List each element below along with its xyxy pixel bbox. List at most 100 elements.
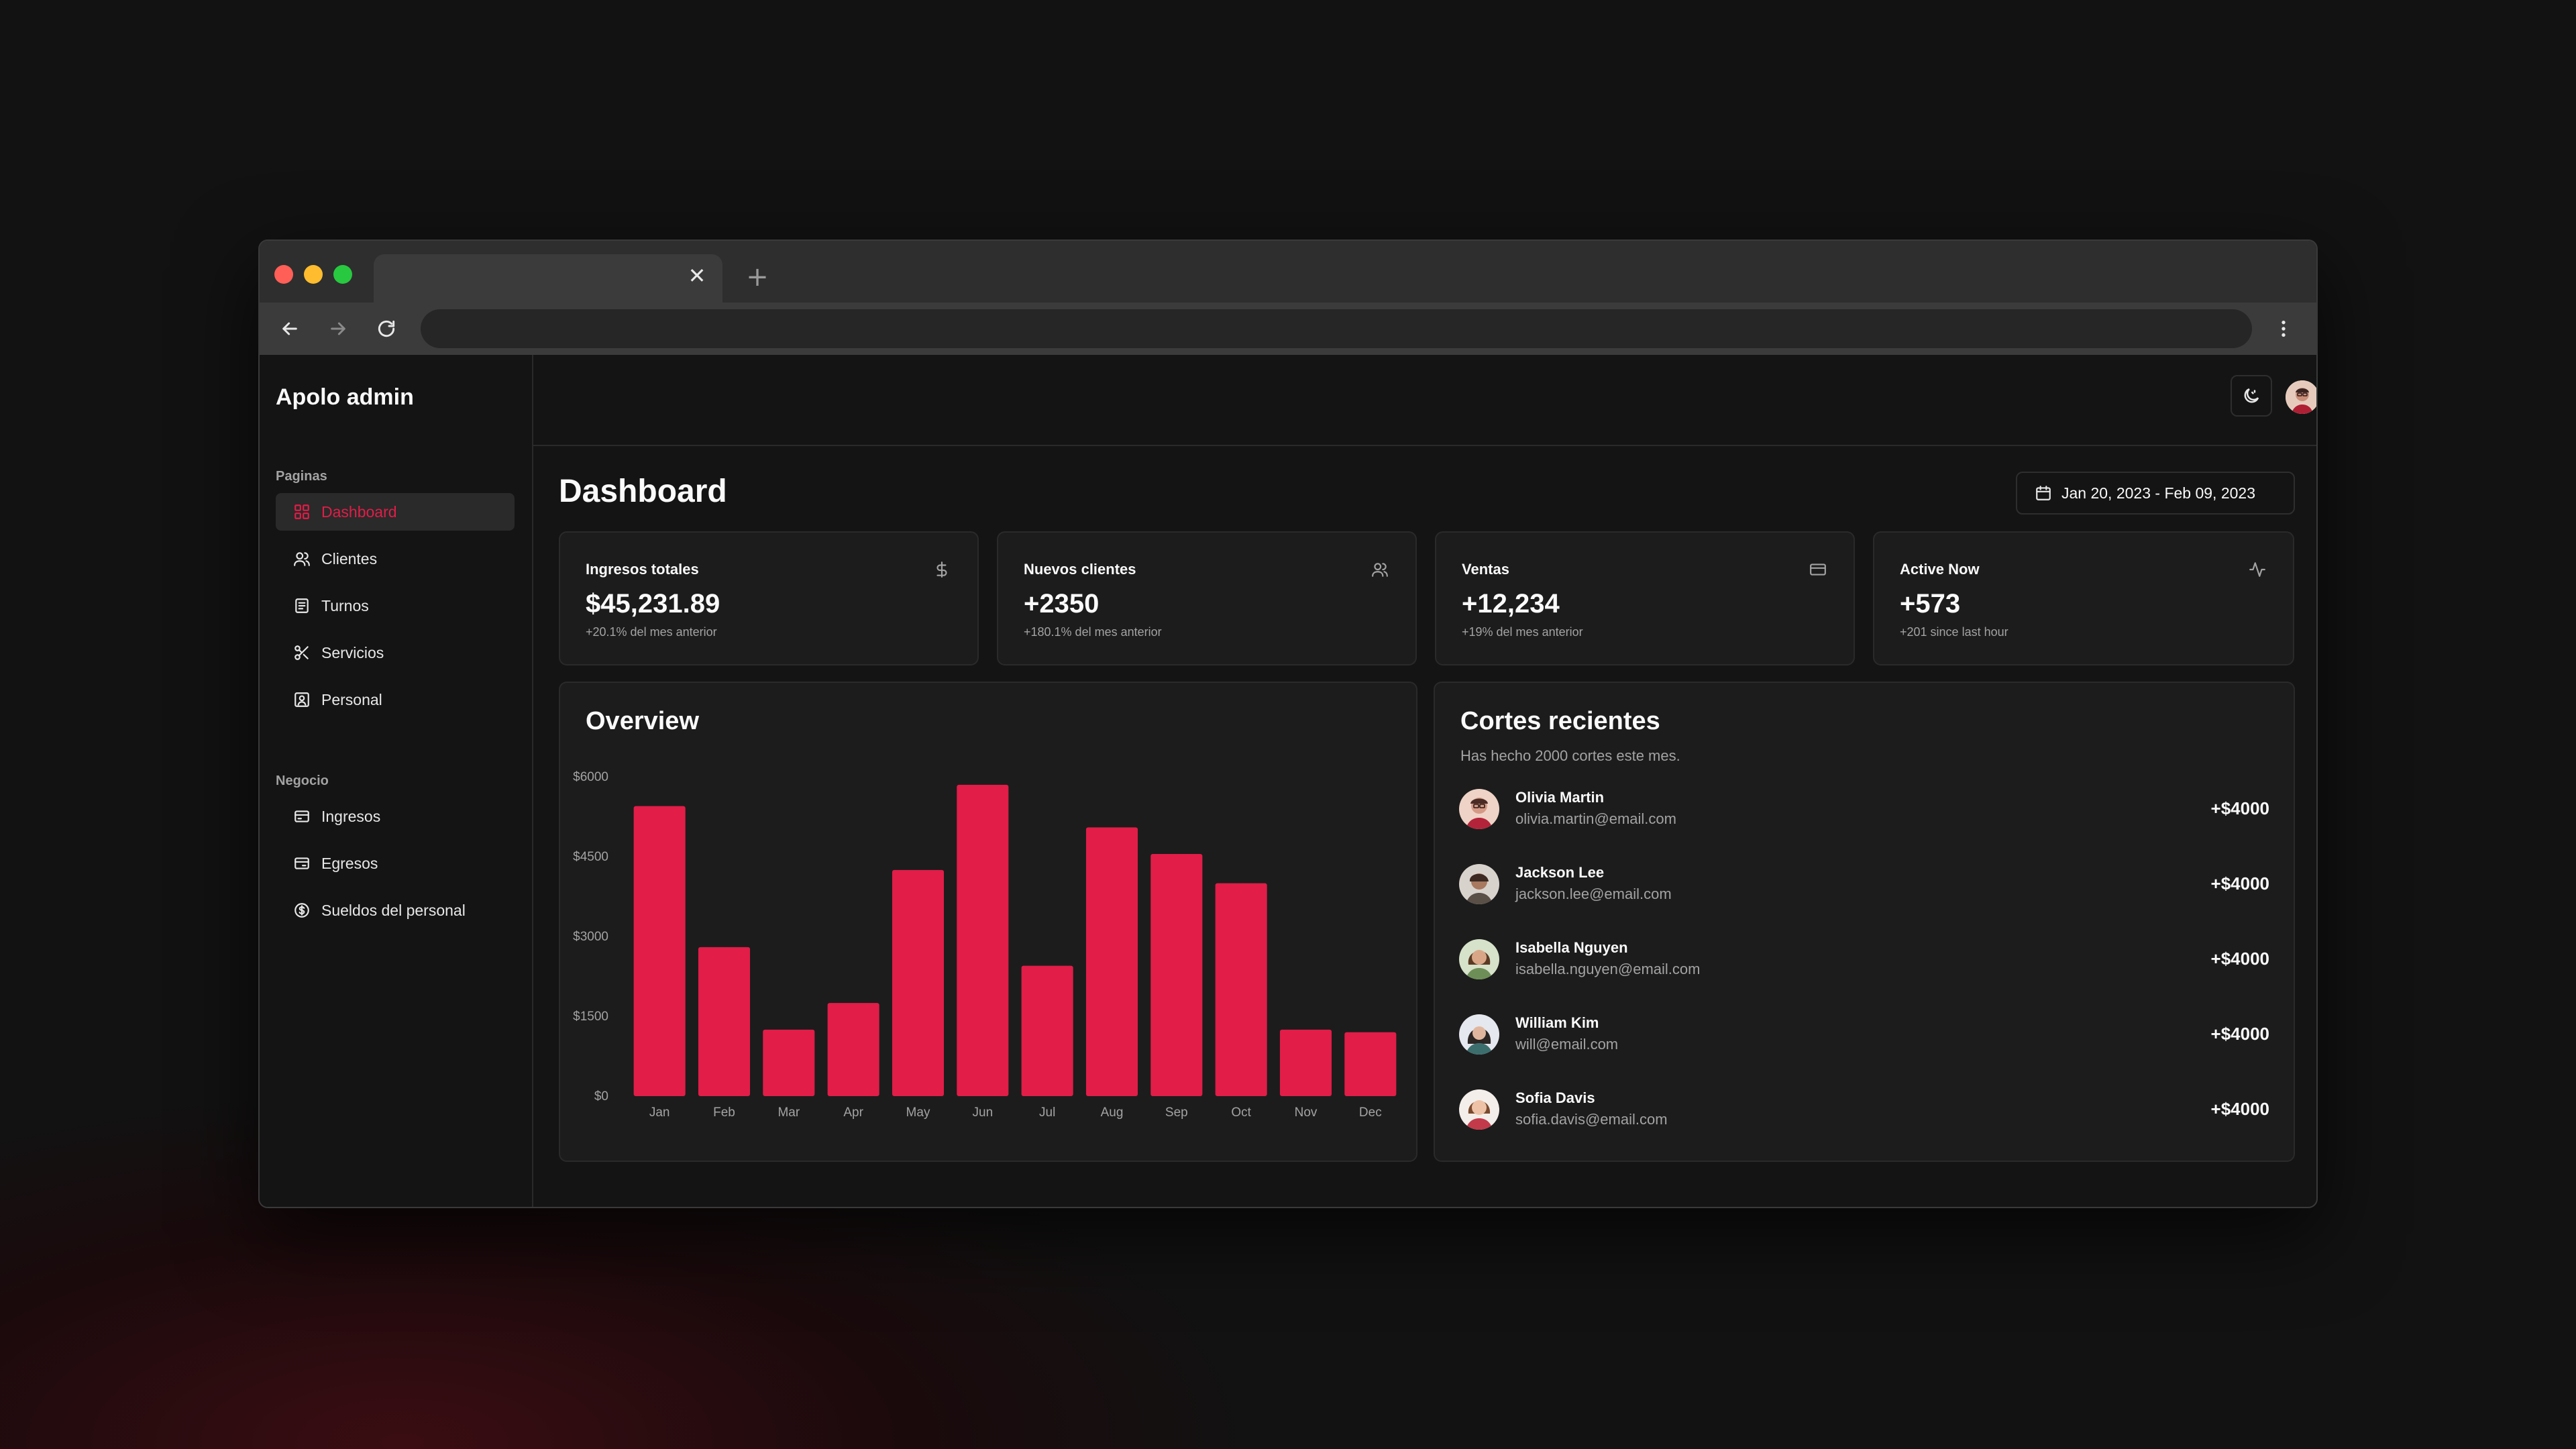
- bar-oct[interactable]: [1215, 883, 1267, 1096]
- bar-jul[interactable]: [1021, 965, 1073, 1096]
- bar-jan[interactable]: [633, 806, 686, 1096]
- sidebar-item-label: Clientes: [321, 549, 378, 568]
- bar-aug[interactable]: [1085, 827, 1138, 1096]
- x-tick-label: Aug: [1101, 1106, 1124, 1120]
- scissors-icon: [294, 645, 309, 660]
- sidebar-item-clientes[interactable]: Clientes: [276, 540, 515, 578]
- browser-tab[interactable]: ✕: [374, 254, 722, 303]
- avatar-icon: [1459, 1014, 1499, 1055]
- sidebar-item-label: Ingresos: [321, 807, 381, 825]
- bar-feb[interactable]: [698, 947, 751, 1096]
- stat-card-active-now: Active Now +573 +201 since last hour: [1873, 531, 2294, 665]
- customer-name: Sofia Davis: [1515, 1089, 1595, 1106]
- recent-title: Cortes recientes: [1460, 707, 1660, 735]
- customer-email: isabella.nguyen@email.com: [1515, 961, 1701, 977]
- sidebar-item-servicios[interactable]: Servicios: [276, 634, 515, 672]
- calendar-list-icon: [295, 598, 309, 613]
- tab-close-icon[interactable]: ✕: [684, 262, 710, 289]
- amount: +$4000: [2210, 873, 2269, 894]
- bar-jun[interactable]: [957, 784, 1009, 1096]
- stat-value: $45,231.89: [586, 589, 720, 619]
- x-tick-label: Oct: [1231, 1106, 1251, 1120]
- overview-bar-chart: $0 $1500 $3000 $4500 $6000 Jan Feb Mar Apr May Jun…: [573, 770, 1397, 1120]
- list-item[interactable]: William Kim will@email.com +$4000: [1459, 1008, 2272, 1061]
- users-icon: [1372, 563, 1388, 577]
- kebab-menu-icon: [2282, 321, 2286, 337]
- bar-apr[interactable]: [827, 1003, 879, 1096]
- stat-card-nuevos-clientes: Nuevos clientes +2350 +180.1% del mes an…: [997, 531, 1417, 665]
- app-brand: Apolo admin: [276, 384, 414, 410]
- x-tick-label: Mar: [777, 1106, 800, 1120]
- customer-name: Isabella Nguyen: [1515, 939, 1628, 956]
- wallet-in-icon: [294, 810, 309, 822]
- sidebar-item-ingresos[interactable]: Ingresos: [276, 798, 515, 835]
- user-avatar[interactable]: [2286, 380, 2316, 414]
- address-bar[interactable]: [421, 309, 2252, 348]
- amount: +$4000: [2210, 1099, 2269, 1119]
- sidebar-item-label: Egresos: [321, 854, 378, 872]
- bar-mar[interactable]: [763, 1029, 815, 1096]
- arrow-left-icon: [282, 322, 297, 335]
- list-item[interactable]: Isabella Nguyen isabella.nguyen@email.co…: [1459, 932, 2272, 986]
- back-button[interactable]: [272, 311, 308, 347]
- bar-nov[interactable]: [1279, 1029, 1332, 1096]
- sidebar-item-label: Dashboard: [321, 502, 397, 521]
- stat-title: Ventas: [1462, 561, 1509, 578]
- theme-toggle-icon: [2244, 388, 2259, 403]
- customer-email: will@email.com: [1515, 1036, 1619, 1053]
- recent-cuts-card: Cortes recientes Has hecho 2000 cortes e…: [1434, 682, 2295, 1162]
- dollar-circle-icon: [294, 903, 309, 918]
- bar-dec[interactable]: [1344, 1032, 1397, 1096]
- browser-menu-button[interactable]: [2265, 311, 2302, 347]
- x-tick-label: Jul: [1039, 1106, 1055, 1120]
- sidebar-item-sueldos[interactable]: Sueldos del personal: [276, 892, 515, 929]
- bar-may[interactable]: [892, 869, 945, 1096]
- y-tick-label: $4500: [573, 850, 608, 864]
- bar-sep[interactable]: [1150, 854, 1203, 1096]
- list-item[interactable]: Sofia Davis sofia.davis@email.com +$4000: [1459, 1083, 2272, 1136]
- sidebar-item-turnos[interactable]: Turnos: [276, 587, 515, 625]
- x-tick-label: Sep: [1165, 1106, 1188, 1120]
- avatar: [1459, 789, 1499, 829]
- customer-name: Jackson Lee: [1515, 864, 1605, 881]
- arrow-right-icon: [331, 322, 345, 335]
- date-range-text: Jan 20, 2023 - Feb 09, 2023: [2061, 484, 2255, 502]
- sidebar: Apolo admin Paginas Dashboard Clientes T…: [260, 355, 533, 1207]
- sidebar-item-label: Sueldos del personal: [321, 901, 466, 919]
- browser-toolbar: [260, 303, 2316, 355]
- new-tab-button[interactable]: +: [743, 262, 772, 292]
- avatar-icon: [1459, 789, 1499, 829]
- avatar: [1459, 864, 1499, 904]
- x-tick-label: Jan: [649, 1106, 670, 1120]
- avatar-icon: [1459, 1089, 1499, 1130]
- reload-button[interactable]: [368, 311, 405, 347]
- wallet-out-icon: [294, 857, 309, 869]
- minimize-window-button[interactable]: [304, 265, 323, 284]
- customer-email: olivia.martin@email.com: [1515, 810, 1676, 827]
- stat-title: Nuevos clientes: [1024, 561, 1136, 578]
- close-window-button[interactable]: [274, 265, 293, 284]
- users-icon: [294, 552, 310, 566]
- x-tick-label: Jun: [973, 1106, 994, 1120]
- calendar-icon: [2036, 486, 2051, 500]
- customer-email: sofia.davis@email.com: [1515, 1111, 1668, 1128]
- list-item[interactable]: Jackson Lee jackson.lee@email.com +$4000: [1459, 857, 2272, 911]
- sidebar-item-personal[interactable]: Personal: [276, 681, 515, 718]
- customer-email: jackson.lee@email.com: [1515, 885, 1672, 902]
- list-item[interactable]: Olivia Martin olivia.martin@email.com +$…: [1459, 782, 2272, 836]
- y-tick-label: $3000: [573, 930, 608, 944]
- y-tick-label: $1500: [573, 1010, 608, 1024]
- sidebar-item-dashboard[interactable]: Dashboard: [276, 493, 515, 531]
- forward-button[interactable]: [320, 311, 356, 347]
- customer-name: William Kim: [1515, 1014, 1599, 1031]
- stat-change: +20.1% del mes anterior: [586, 625, 717, 639]
- x-tick-label: Apr: [843, 1106, 863, 1120]
- stat-change: +180.1% del mes anterior: [1024, 625, 1162, 639]
- theme-toggle-button[interactable]: [2231, 375, 2272, 417]
- user-avatar-icon: [2286, 380, 2316, 414]
- date-range-picker[interactable]: Jan 20, 2023 - Feb 09, 2023: [2016, 472, 2295, 515]
- x-tick-label: May: [906, 1106, 930, 1120]
- maximize-window-button[interactable]: [333, 265, 352, 284]
- sidebar-item-egresos[interactable]: Egresos: [276, 845, 515, 882]
- avatar-icon: [1459, 939, 1499, 979]
